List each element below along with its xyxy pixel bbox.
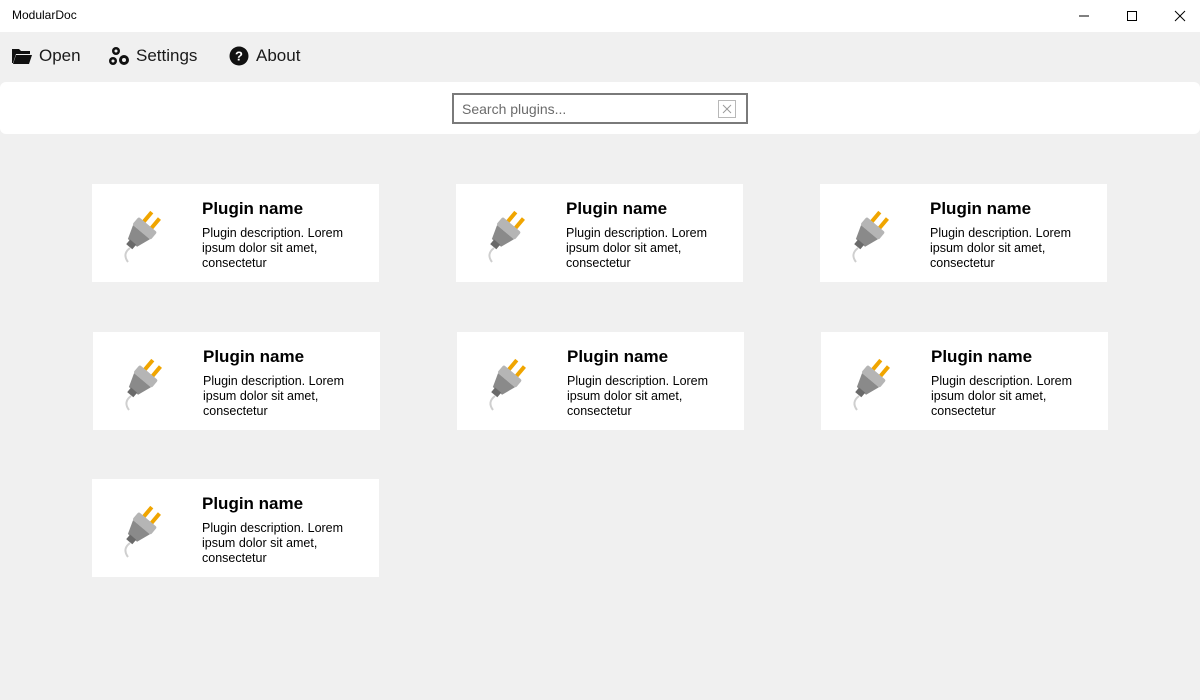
open-menu-label: Open [39, 46, 81, 65]
plugin-card[interactable]: Plugin name Plugin description. Lorem ip… [456, 184, 743, 282]
plug-icon [488, 210, 525, 263]
window-title: ModularDoc [12, 8, 77, 22]
clear-icon [722, 104, 732, 114]
menu-bar: Open Settings ? About [0, 32, 1200, 80]
plug-icon [489, 358, 526, 411]
plugin-description: Plugin description. Lorem ipsum dolor si… [203, 374, 345, 418]
search-box [452, 93, 748, 124]
plugin-card[interactable]: Plugin name Plugin description. Lorem ip… [93, 332, 380, 430]
plugin-name: Plugin name [930, 199, 1032, 218]
plugin-card[interactable]: Plugin name Plugin description. Lorem ip… [457, 332, 744, 430]
maximize-icon [1127, 11, 1137, 21]
plugin-name: Plugin name [202, 494, 304, 513]
plug-icon [124, 210, 161, 263]
plug-icon [852, 210, 889, 263]
plugin-description: Plugin description. Lorem ipsum dolor si… [566, 226, 708, 270]
about-menu-button[interactable]: ? About [228, 44, 300, 68]
plug-icon [125, 358, 162, 411]
plugin-name: Plugin name [202, 199, 304, 218]
minimize-button[interactable] [1060, 0, 1108, 32]
folder-icon [11, 45, 33, 67]
maximize-button[interactable] [1108, 0, 1156, 32]
plug-icon [853, 358, 890, 411]
plugin-name: Plugin name [566, 199, 668, 218]
plugin-card[interactable]: Plugin name Plugin description. Lorem ip… [821, 332, 1108, 430]
svg-text:?: ? [235, 49, 243, 64]
plugin-card[interactable]: Plugin name Plugin description. Lorem ip… [92, 184, 379, 282]
gears-icon [108, 45, 130, 67]
close-icon [1174, 10, 1186, 22]
plugin-name: Plugin name [203, 347, 305, 366]
plugin-description: Plugin description. Lorem ipsum dolor si… [930, 226, 1072, 270]
search-bar [0, 82, 1200, 134]
about-menu-label: About [256, 46, 301, 65]
plugin-description: Plugin description. Lorem ipsum dolor si… [567, 374, 709, 418]
plugin-card[interactable]: Plugin name Plugin description. Lorem ip… [820, 184, 1107, 282]
settings-menu-label: Settings [136, 46, 198, 65]
plugin-card[interactable]: Plugin name Plugin description. Lorem ip… [92, 479, 379, 577]
minimize-icon [1079, 15, 1089, 17]
close-button[interactable] [1156, 0, 1200, 32]
plugin-description: Plugin description. Lorem ipsum dolor si… [202, 521, 344, 565]
title-bar: ModularDoc [0, 0, 1200, 32]
open-menu-button[interactable]: Open [11, 44, 81, 68]
search-input[interactable] [462, 99, 712, 119]
plugin-description: Plugin description. Lorem ipsum dolor si… [931, 374, 1073, 418]
plugin-name: Plugin name [567, 347, 669, 366]
plugin-name: Plugin name [931, 347, 1033, 366]
help-icon: ? [228, 45, 250, 67]
settings-menu-button[interactable]: Settings [108, 44, 197, 68]
plug-icon [124, 505, 161, 558]
clear-search-button[interactable] [718, 100, 736, 118]
plugin-description: Plugin description. Lorem ipsum dolor si… [202, 226, 344, 270]
